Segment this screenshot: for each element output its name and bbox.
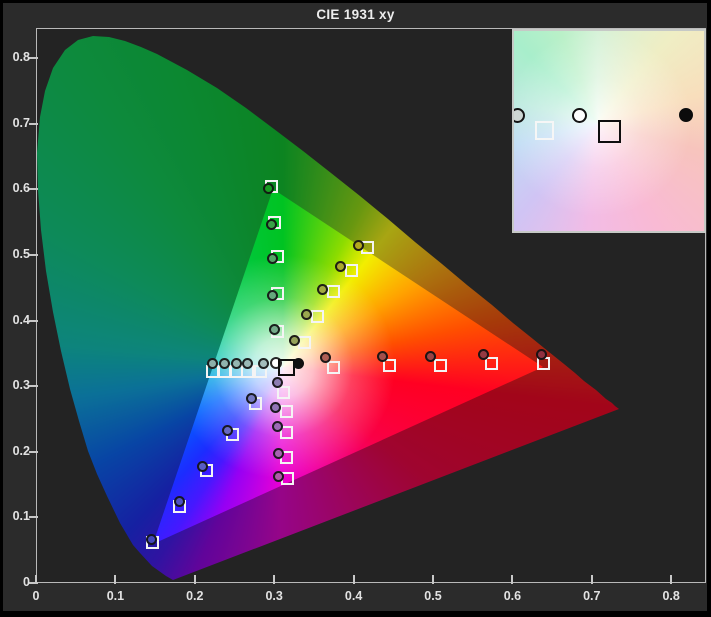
- app-window: CIE 1931 xy 0 0.1 0.2 0.3 0.4 0.5 0.6 0.7 0.8 0 0.…: [0, 0, 711, 617]
- inset-circle-marker: [679, 108, 693, 122]
- y-tick-label: 0.8: [12, 50, 30, 65]
- x-axis-tick: [432, 574, 434, 584]
- x-tick-label: 0.3: [265, 589, 283, 603]
- x-tick-label: 0.8: [662, 589, 680, 603]
- x-axis-tick: [114, 574, 117, 584]
- x-tick-label: 0.6: [503, 589, 522, 603]
- x-axis-tick: [352, 574, 355, 584]
- x-axis-tick: [511, 574, 514, 584]
- y-tick-label: 0.3: [12, 378, 30, 393]
- chart-stage: CIE 1931 xy 0 0.1 0.2 0.3 0.4 0.5 0.6 0.7 0.8 0 0.…: [0, 0, 711, 617]
- white-point-zoom-inset: [512, 29, 706, 233]
- x-tick-label: 0.4: [344, 589, 363, 603]
- inset-square-marker: [534, 120, 554, 140]
- x-axis-tick: [193, 574, 196, 584]
- x-tick-label: 0: [32, 589, 40, 603]
- y-tick-label: 0.7: [12, 115, 30, 130]
- inset-square-marker: [597, 119, 621, 143]
- x-tick-label: 0.7: [583, 589, 601, 603]
- inset-circle-marker: [514, 107, 525, 123]
- x-axis-tick: [273, 574, 276, 584]
- x-axis-tick: [670, 574, 673, 584]
- x-tick-label: 0.5: [424, 589, 442, 603]
- y-tick-label: 0: [23, 575, 30, 589]
- y-tick-label: 0.4: [12, 312, 30, 327]
- y-tick-label: 0.2: [12, 443, 30, 458]
- y-tick-label: 0.5: [12, 247, 30, 261]
- inset-circle-marker: [571, 107, 587, 123]
- x-axis-tick: [590, 574, 593, 584]
- y-tick-label: 0.6: [12, 181, 30, 196]
- y-tick-label: 0.1: [12, 509, 30, 524]
- x-tick-label: 0.1: [106, 589, 125, 603]
- x-tick-label: 0.2: [186, 589, 204, 603]
